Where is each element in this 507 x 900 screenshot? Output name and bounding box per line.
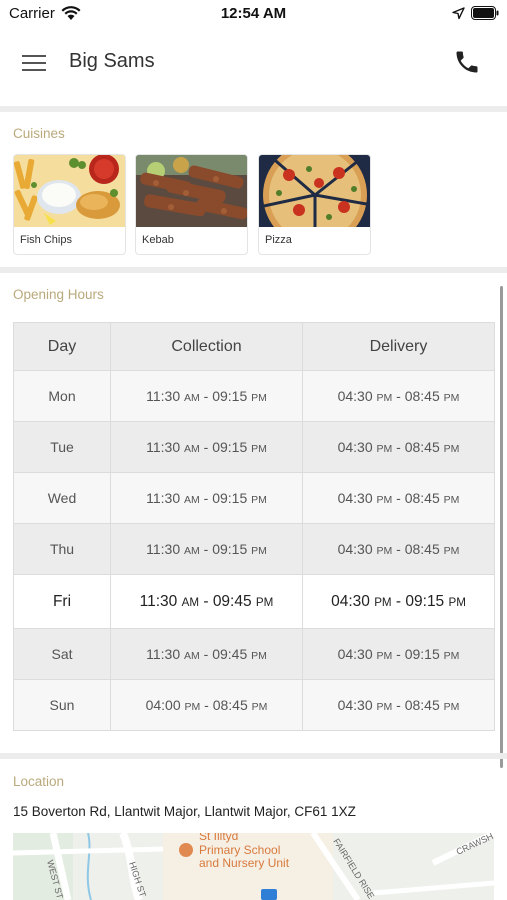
cuisine-card-fish-chips[interactable]: Fish Chips [13,154,126,255]
section-divider [0,267,507,273]
column-header-day: Day [13,322,111,371]
collection-hours-cell: 11:30 AM - 09:45 PM [110,628,303,680]
scrollbar[interactable] [500,286,503,768]
cuisine-label: Fish Chips [20,234,72,246]
table-row: Tue 11:30 AM - 09:15 PM 04:30 PM - 08:45… [13,421,495,473]
location-title: Location [13,774,65,789]
table-row: Sun 04:00 PM - 08:45 PM 04:30 PM - 08:45… [13,679,495,731]
status-time: 12:54 AM [220,5,287,22]
day-cell: Sat [13,628,111,680]
column-header-delivery: Delivery [302,322,495,371]
collection-hours-cell: 11:30 AM - 09:15 PM [110,370,303,422]
map-poi-label: and Nursery Unit [199,856,290,870]
collection-hours-cell: 11:30 AM - 09:15 PM [110,472,303,524]
phone-icon[interactable] [453,48,481,76]
table-row: Thu 11:30 AM - 09:15 PM 04:30 PM - 08:45… [13,523,495,575]
table-header-row: Day Collection Delivery [13,322,495,371]
cuisine-card-pizza[interactable]: Pizza [258,154,371,255]
day-cell: Sun [13,679,111,731]
table-row: Sat 11:30 AM - 09:45 PM 04:30 PM - 09:15… [13,628,495,680]
delivery-hours-cell: 04:30 PM - 08:45 PM [302,421,495,473]
section-divider [0,106,507,112]
day-cell: Fri [13,574,111,629]
opening-hours-table: Day Collection Delivery Mon 11:30 AM - 0… [13,322,495,731]
day-cell: Thu [13,523,111,575]
table-row: Wed 11:30 AM - 09:15 PM 04:30 PM - 08:45… [13,472,495,524]
fish-chips-image [14,155,125,227]
hamburger-menu-icon[interactable] [22,52,48,74]
kebab-image [136,155,247,227]
collection-hours-cell: 11:30 AM - 09:45 PM [110,574,303,629]
battery-icon [471,6,499,20]
collection-hours-cell: 04:00 PM - 08:45 PM [110,679,303,731]
location-arrow-icon [452,7,465,20]
table-row-today: Fri 11:30 AM - 09:45 PM 04:30 PM - 09:15… [13,574,495,629]
day-cell: Wed [13,472,111,524]
cuisine-label: Pizza [265,234,292,246]
day-cell: Tue [13,421,111,473]
collection-hours-cell: 11:30 AM - 09:15 PM [110,523,303,575]
location-map[interactable]: St Illtyd Primary School and Nursery Uni… [13,833,494,900]
delivery-hours-cell: 04:30 PM - 09:15 PM [302,628,495,680]
cuisine-label: Kebab [142,234,174,246]
delivery-hours-cell: 04:30 PM - 08:45 PM [302,370,495,422]
delivery-hours-cell: 04:30 PM - 08:45 PM [302,523,495,575]
cuisine-card-kebab[interactable]: Kebab [135,154,248,255]
page-title: Big Sams [69,50,155,72]
column-header-collection: Collection [110,322,303,371]
collection-hours-cell: 11:30 AM - 09:15 PM [110,421,303,473]
map-canvas: St Illtyd Primary School and Nursery Uni… [13,833,494,900]
opening-hours-title: Opening Hours [13,287,104,302]
delivery-hours-cell: 04:30 PM - 09:15 PM [302,574,495,629]
location-address: 15 Boverton Rd, Llantwit Major, Llantwit… [13,804,356,819]
cuisines-title: Cuisines [13,126,65,141]
app-header: Big Sams [0,28,507,106]
pizza-image [259,155,370,227]
delivery-hours-cell: 04:30 PM - 08:45 PM [302,472,495,524]
table-row: Mon 11:30 AM - 09:15 PM 04:30 PM - 08:45… [13,370,495,422]
day-cell: Mon [13,370,111,422]
status-bar: Carrier 12:54 AM [0,0,507,28]
map-poi-label: Primary School [199,843,280,857]
section-divider [0,753,507,759]
map-poi-label: St Illtyd [199,833,238,843]
delivery-hours-cell: 04:30 PM - 08:45 PM [302,679,495,731]
